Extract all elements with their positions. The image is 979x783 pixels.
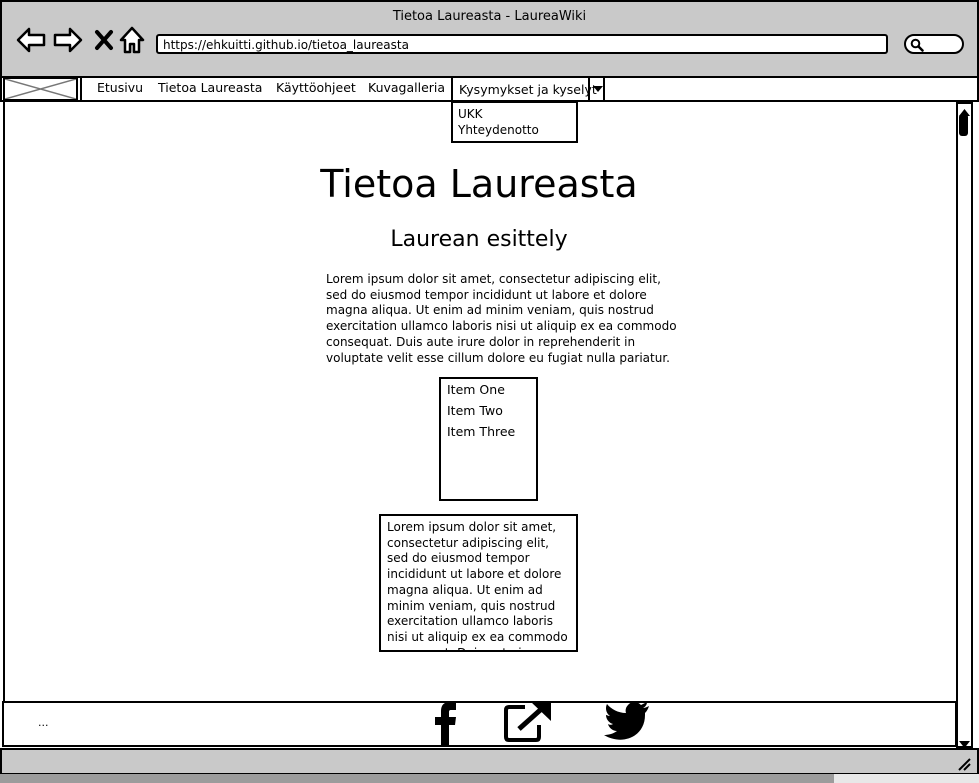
page-footer (2, 701, 957, 747)
home-icon[interactable] (117, 26, 147, 54)
chevron-down-icon[interactable] (588, 78, 605, 100)
url-bar[interactable]: https://ehkuitti.github.io/tietoa_laurea… (156, 34, 888, 54)
status-bar (0, 748, 979, 775)
resize-grip-icon[interactable] (955, 755, 971, 771)
page-title: Tietoa Laureasta (320, 162, 638, 206)
scrollbar-thumb[interactable] (959, 114, 968, 136)
section-heading: Laurean esittely (390, 227, 568, 252)
close-icon[interactable] (89, 26, 119, 54)
dropdown-label: Kysymykset ja kyselyt (459, 82, 597, 97)
bottom-strip (0, 774, 834, 783)
list-item[interactable]: Item Two (447, 403, 503, 418)
window-title: Tietoa Laureasta - LaureaWiki (392, 9, 587, 24)
nav-item-etusivu[interactable]: Etusivu (97, 80, 143, 95)
scroll-up-arrow-icon[interactable] (958, 102, 971, 116)
nav-dropdown-kysymykset[interactable]: Kysymykset ja kyselyt (451, 76, 605, 102)
text-area[interactable]: Lorem ipsum dolor sit amet, consectetur … (379, 514, 578, 652)
item-list[interactable]: Item One Item Two Item Three (439, 377, 538, 501)
forward-arrow-icon[interactable] (53, 26, 83, 54)
back-arrow-icon[interactable] (16, 26, 46, 54)
logo-placeholder-image (3, 77, 78, 101)
intro-paragraph: Lorem ipsum dolor sit amet, consectetur … (326, 272, 677, 365)
nav-item-kayttoohjeet[interactable]: Käyttöohjeet (276, 80, 356, 95)
list-item[interactable]: Item One (447, 382, 505, 397)
search-field[interactable] (904, 34, 964, 54)
search-icon (910, 38, 924, 52)
nav-item-tietoa-laureasta[interactable]: Tietoa Laureasta (158, 80, 262, 95)
facebook-icon[interactable] (432, 701, 460, 749)
list-item[interactable]: Item Three (447, 424, 515, 439)
twitter-icon[interactable] (604, 701, 650, 745)
nav-item-kuvagalleria[interactable]: Kuvagalleria (368, 80, 445, 95)
footer-text: ... (38, 716, 49, 729)
vertical-scrollbar[interactable] (956, 102, 973, 748)
external-link-icon[interactable] (503, 701, 553, 747)
scroll-down-arrow-icon[interactable] (958, 735, 971, 748)
bottom-strip (834, 774, 979, 783)
